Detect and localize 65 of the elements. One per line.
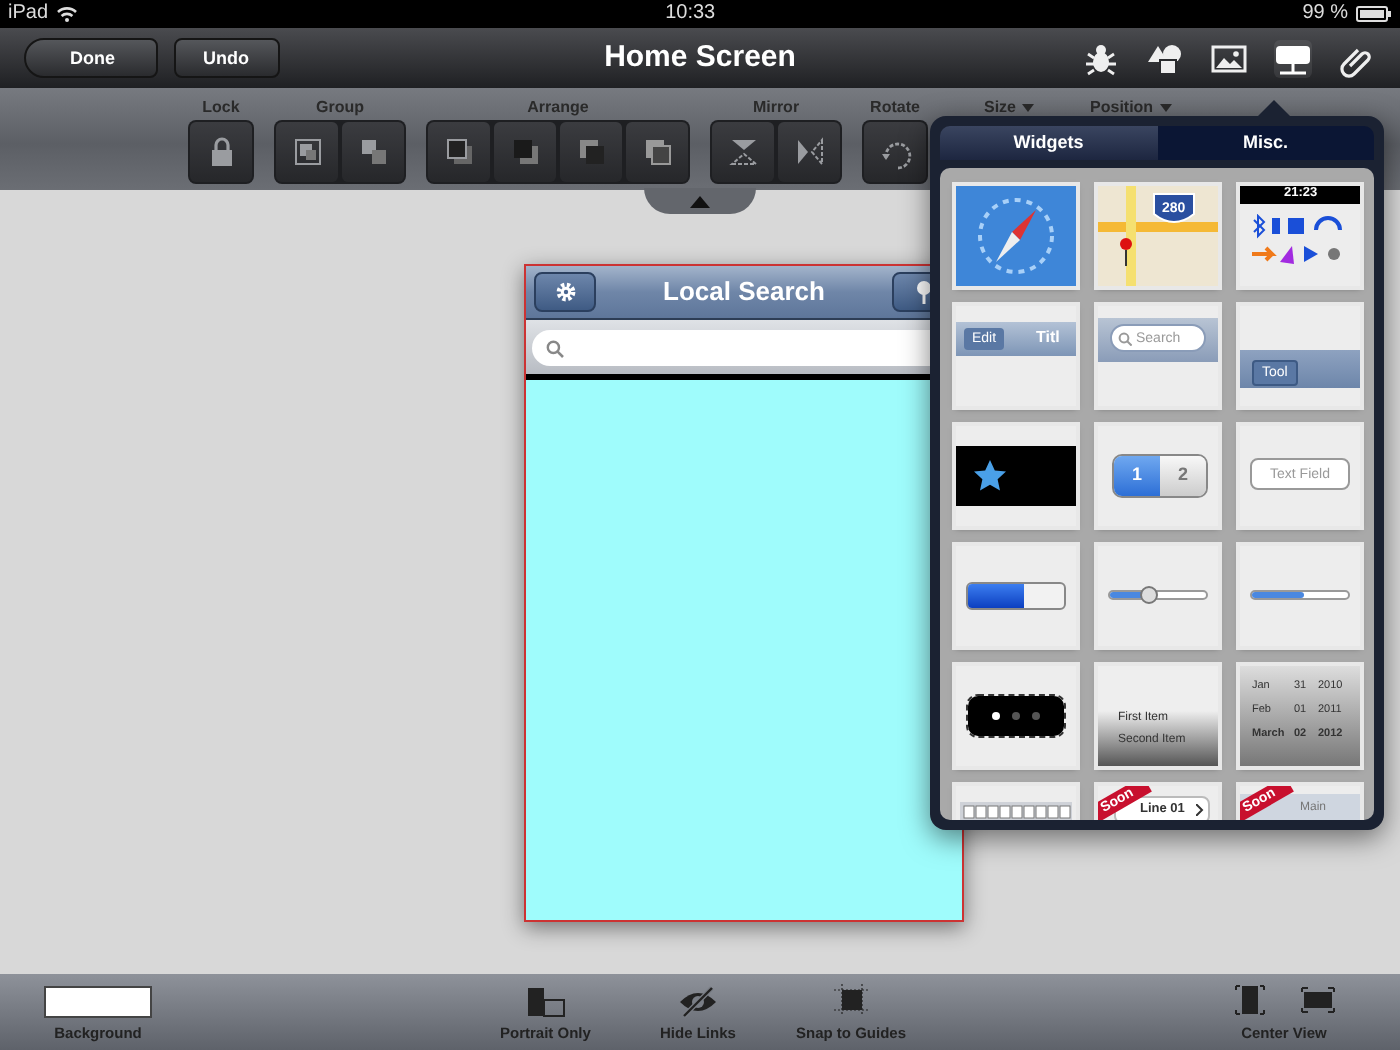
widget-tile[interactable] — [956, 426, 1076, 526]
rotate-button[interactable] — [864, 122, 926, 182]
widget-tile[interactable] — [1240, 546, 1360, 646]
flip-vertical-button[interactable] — [712, 122, 774, 182]
keyboard-drawing — [960, 802, 1072, 820]
segment[interactable]: 2 — [1160, 456, 1206, 496]
page-dot[interactable] — [1032, 712, 1040, 720]
shapes-icon[interactable] — [1146, 39, 1184, 77]
widget-tile[interactable] — [1098, 546, 1218, 646]
toolbar-group-label: Mirror — [752, 98, 800, 118]
search-icon — [1118, 331, 1132, 345]
compass-drawing — [956, 186, 1076, 286]
widget-tile[interactable] — [956, 546, 1076, 646]
done-button[interactable]: Done — [24, 38, 157, 78]
toggle-switch[interactable] — [966, 582, 1066, 610]
toolbar-group-label: Arrange — [527, 98, 589, 118]
stack-button[interactable] — [428, 122, 490, 182]
toolbar-group-label: Group — [316, 98, 364, 118]
battery-icon — [1356, 6, 1392, 22]
star-icon — [972, 458, 1008, 494]
flip-vertical-icon — [725, 134, 761, 170]
bug-icon[interactable] — [1082, 39, 1120, 77]
flip-horizontal-button[interactable] — [778, 122, 840, 182]
collapse-arrow-icon[interactable] — [690, 195, 710, 207]
stack-button[interactable] — [626, 122, 688, 182]
settings-icon — [553, 280, 577, 304]
toolbar-group-label: Rotate — [870, 98, 920, 118]
device-name: iPad — [8, 4, 49, 24]
stack-icon — [441, 134, 477, 170]
group-icon — [289, 134, 325, 170]
toolbar-group-label: Position — [1090, 98, 1154, 118]
group-button[interactable] — [276, 122, 338, 182]
clock: 10:33 — [665, 4, 716, 24]
stack-button[interactable] — [560, 122, 622, 182]
stack-button[interactable] — [494, 122, 556, 182]
slider-thumb[interactable] — [1140, 586, 1158, 604]
toolbar-group-label: Lock — [202, 98, 240, 118]
battery-percent: 99 % — [1302, 4, 1348, 24]
page-dot[interactable] — [1012, 712, 1020, 720]
background-swatch[interactable] — [44, 985, 152, 1018]
pin-icon — [915, 280, 931, 304]
widget-tile[interactable] — [956, 186, 1076, 286]
portrait-frame-icon[interactable] — [1232, 981, 1268, 1018]
toolbar-group-label: Size — [984, 98, 1017, 118]
search-icon — [546, 339, 564, 357]
ungroup-button[interactable] — [342, 122, 404, 182]
undo-button[interactable]: Undo — [173, 38, 279, 78]
chevron-icon — [1196, 804, 1204, 816]
snap-grid-icon[interactable] — [829, 981, 873, 1018]
settings-button[interactable] — [534, 272, 596, 312]
segment[interactable]: 1 — [1114, 456, 1160, 496]
hidden-eye-icon[interactable] — [675, 985, 720, 1018]
wifi-icon — [56, 6, 79, 22]
page-dot[interactable] — [992, 712, 1000, 720]
landscape-frame-icon[interactable] — [1300, 981, 1336, 1018]
lock-button[interactable] — [190, 122, 252, 182]
screen-title: Home Screen — [604, 37, 796, 78]
tab[interactable]: Widgets — [940, 126, 1157, 160]
mockup-title: Local Search — [661, 274, 827, 311]
widget-tile[interactable]: 1 2 — [1098, 426, 1218, 526]
portrait-icon[interactable] — [523, 985, 568, 1018]
map-drawing — [1098, 186, 1218, 286]
tab[interactable]: Misc. — [1157, 126, 1374, 160]
widget-tile[interactable] — [956, 666, 1076, 766]
title-text: Titl — [1036, 330, 1060, 346]
